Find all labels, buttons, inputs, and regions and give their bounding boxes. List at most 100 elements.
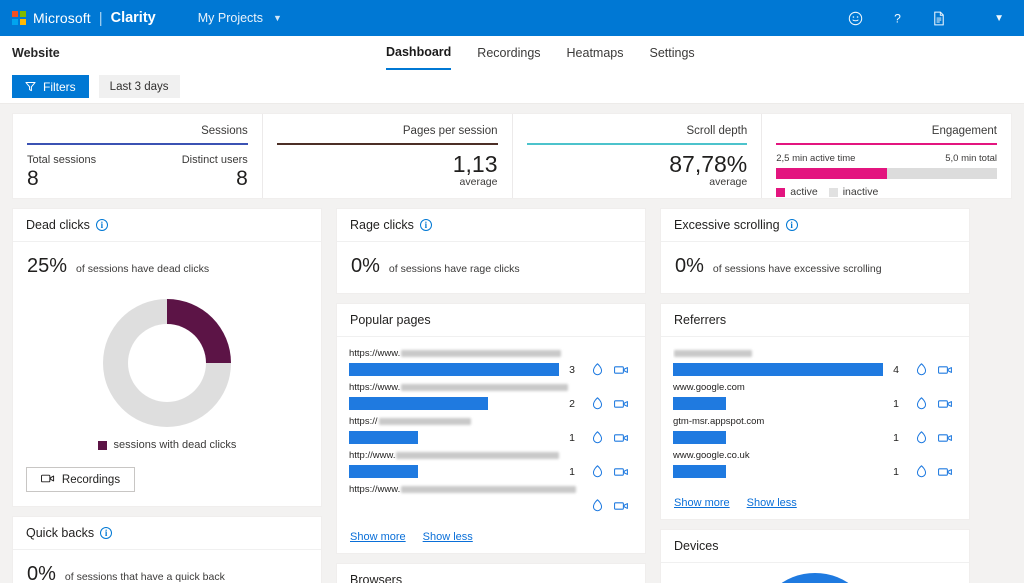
bar-track [349, 499, 559, 512]
list-item-count: 2 [569, 397, 575, 410]
list-item[interactable]: www.google.co.uk 1 [673, 449, 957, 478]
video-camera-icon[interactable] [933, 399, 957, 409]
column-left: Dead clicks i 25% of sessions have dead … [12, 208, 322, 583]
site-name: Website [12, 46, 60, 60]
header-actions: ? ▼ [846, 9, 1012, 27]
list-item-count: 3 [569, 363, 575, 376]
filter-toolbar: Filters Last 3 days [0, 70, 1024, 104]
recordings-button-label: Recordings [61, 473, 121, 486]
video-camera-icon[interactable] [933, 467, 957, 477]
kpi-scroll-depth: Scroll depth 87,78% average [511, 114, 762, 198]
video-camera-icon[interactable] [609, 399, 633, 409]
project-navbar: Website Dashboard Recordings Heatmaps Se… [0, 36, 1024, 70]
heatmap-flame-icon[interactable] [909, 431, 933, 444]
main-tabs: Dashboard Recordings Heatmaps Settings [386, 36, 695, 70]
bar-fill [673, 431, 726, 444]
popular-pages-show-more[interactable]: Show more [350, 531, 406, 543]
kpi-scroll-accent [526, 143, 748, 145]
video-camera-icon[interactable] [933, 433, 957, 443]
browsers-title: Browsers [350, 573, 403, 583]
tab-recordings[interactable]: Recordings [477, 36, 540, 70]
svg-text:?: ? [894, 11, 901, 25]
filters-button[interactable]: Filters [12, 75, 89, 98]
dead-clicks-donut-chart [13, 293, 321, 427]
kpi-pages-title: Pages per session [402, 125, 498, 137]
referrers-show-more[interactable]: Show more [674, 497, 730, 509]
heatmap-flame-icon[interactable] [585, 397, 609, 410]
list-item[interactable]: https://www. 3 [349, 347, 633, 376]
list-item[interactable]: https:// 1 [349, 415, 633, 444]
video-camera-icon[interactable] [609, 433, 633, 443]
bar-fill [673, 363, 883, 376]
legend-swatch-inactive [828, 187, 838, 197]
redacted-text [378, 417, 471, 425]
total-sessions-value: 8 [27, 167, 39, 190]
list-item[interactable]: https://www. [349, 483, 633, 512]
kpi-pages-accent [276, 143, 498, 145]
microsoft-logo-icon [12, 11, 26, 25]
heatmap-flame-icon[interactable] [909, 397, 933, 410]
redacted-text [401, 383, 569, 391]
heatmap-flame-icon[interactable] [585, 499, 609, 512]
heatmap-flame-icon[interactable] [585, 431, 609, 444]
card-referrers: Referrers 4 www.google.com 1 gtm-msr.appspo… [660, 303, 970, 520]
info-icon[interactable]: i [100, 527, 113, 539]
date-range-chip[interactable]: Last 3 days [98, 75, 180, 98]
list-item[interactable]: 4 [673, 347, 957, 376]
card-rage-clicks: Rage clicks i 0% of sessions have rage c… [336, 208, 646, 294]
recordings-button[interactable]: Recordings [26, 467, 135, 492]
info-icon[interactable]: i [785, 219, 798, 231]
tab-heatmaps[interactable]: Heatmaps [567, 36, 624, 70]
column-right: Excessive scrolling i 0% of sessions hav… [660, 208, 970, 583]
heatmap-flame-icon[interactable] [909, 363, 933, 376]
video-camera-icon[interactable] [609, 501, 633, 511]
help-icon[interactable]: ? [888, 9, 906, 27]
video-camera-icon[interactable] [609, 467, 633, 477]
distinct-users-label: Distinct users [181, 154, 248, 166]
list-item[interactable]: https://www. 2 [349, 381, 633, 410]
heatmap-flame-icon[interactable] [585, 363, 609, 376]
account-chevron-down-icon[interactable]: ▼ [994, 13, 1004, 24]
heatmap-flame-icon[interactable] [909, 465, 933, 478]
tab-dashboard[interactable]: Dashboard [386, 36, 452, 70]
document-icon[interactable] [930, 9, 948, 27]
kpi-sessions-title: Sessions [201, 125, 248, 137]
info-icon[interactable]: i [419, 219, 432, 231]
quick-backs-desc: of sessions that have a quick back [64, 571, 225, 583]
kpi-scroll-title: Scroll depth [686, 125, 748, 137]
engagement-total-label: 5,0 min total [945, 153, 997, 164]
list-item-label: http://www. [349, 449, 633, 463]
list-item[interactable]: www.google.com 1 [673, 381, 957, 410]
list-item[interactable]: http://www. 1 [349, 449, 633, 478]
kpi-strip: Sessions Total sessions 8 Distinct users… [12, 113, 1012, 199]
referrers-show-less[interactable]: Show less [747, 497, 797, 509]
devices-title: Devices [674, 539, 719, 553]
list-item-bar-row: 1 [349, 431, 633, 444]
donut-ring [103, 299, 231, 427]
smiley-icon[interactable] [846, 9, 864, 27]
redacted-text [674, 349, 752, 357]
bar-fill [673, 465, 726, 478]
list-item-label: www.google.co.uk [673, 450, 750, 461]
video-camera-icon[interactable] [933, 365, 957, 375]
excessive-scrolling-title: Excessive scrolling [674, 218, 780, 232]
tab-settings[interactable]: Settings [650, 36, 695, 70]
quick-backs-pct: 0% [27, 563, 56, 583]
list-item-label: https:// [349, 415, 633, 429]
redacted-text [401, 485, 577, 493]
my-projects-menu[interactable]: My Projects ▼ [198, 11, 282, 25]
list-item[interactable]: gtm-msr.appspot.com 1 [673, 415, 957, 444]
bar-track [349, 431, 559, 444]
video-camera-icon [40, 474, 55, 486]
bar-fill [349, 431, 419, 444]
bar-track [673, 397, 883, 410]
kpi-scroll-unit: average [709, 176, 748, 188]
devices-pie-slice [757, 573, 873, 583]
bar-track [673, 465, 883, 478]
info-icon[interactable]: i [95, 219, 108, 231]
redacted-text [396, 451, 560, 459]
heatmap-flame-icon[interactable] [585, 465, 609, 478]
tab-heatmaps-label: Heatmaps [566, 45, 624, 60]
popular-pages-show-less[interactable]: Show less [423, 531, 473, 543]
video-camera-icon[interactable] [609, 365, 633, 375]
